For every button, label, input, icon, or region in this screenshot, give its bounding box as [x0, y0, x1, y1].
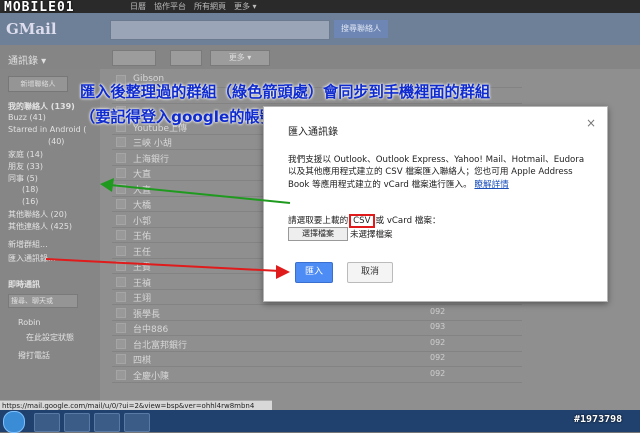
annotation-arrows [45, 178, 291, 279]
red-arrow-line [45, 258, 281, 272]
taskbar-media-icon[interactable] [94, 413, 120, 432]
green-arrow-head [100, 178, 114, 192]
taskbar-explorer-icon[interactable] [34, 413, 60, 432]
watermark: #1973798 [574, 414, 623, 425]
red-arrow-head [276, 265, 290, 279]
start-button-icon[interactable] [3, 411, 25, 433]
taskbar-chrome-icon[interactable] [124, 413, 150, 432]
green-arrow-line [109, 184, 291, 204]
taskbar-folder-icon[interactable] [64, 413, 90, 432]
